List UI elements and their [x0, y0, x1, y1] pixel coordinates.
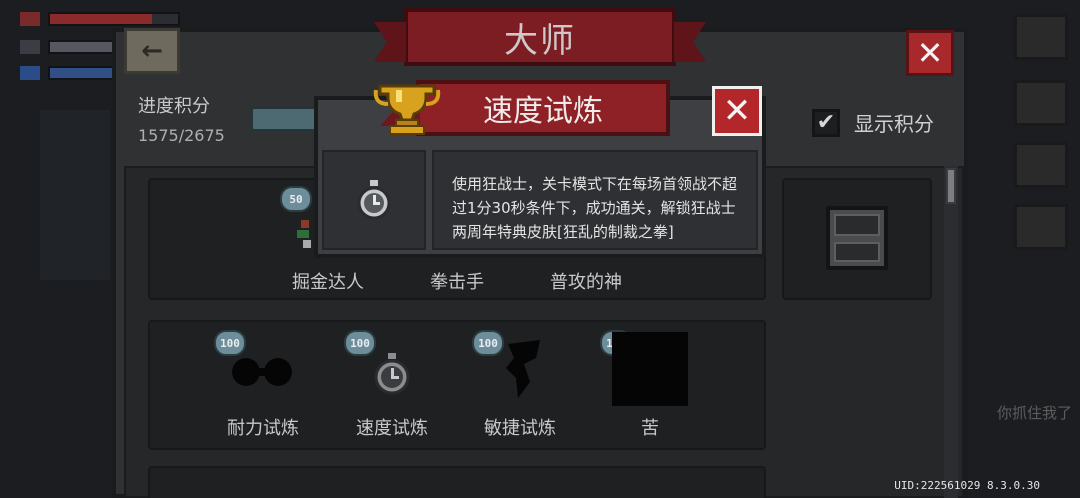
popup-description-box: 使用狂战士，关卡模式下在每场首领战不超过1分30秒条件下，成功通关，解锁狂战士两…	[432, 150, 758, 250]
weapon-button[interactable]	[1014, 80, 1068, 126]
scrollbar-thumb[interactable]	[946, 168, 956, 204]
achievement-label: 掘金达人	[292, 272, 364, 293]
agility-trial-icon[interactable]	[500, 338, 546, 400]
uid-label: UID:222561029 8.3.0.30	[894, 479, 1040, 492]
achievement-label: 普攻的神	[550, 272, 622, 293]
close-panel-button[interactable]: ✕	[906, 30, 954, 76]
trophy-icon	[372, 80, 442, 138]
back-button[interactable]: ←	[124, 28, 180, 74]
pause-button[interactable]	[1014, 14, 1068, 60]
back-arrow-icon: ←	[141, 36, 163, 66]
shield-icon	[20, 40, 40, 54]
stopwatch-icon[interactable]	[372, 352, 412, 396]
close-x-icon: ✕	[722, 91, 752, 131]
checkmark-icon: ✔	[816, 110, 836, 135]
achievement-label: 耐力试炼	[227, 418, 299, 439]
achievement-label: 拳击手	[430, 272, 484, 293]
popup-title-ribbon: 速度试炼	[416, 80, 670, 136]
achievement-label: 苦	[641, 418, 659, 439]
show-score-toggle[interactable]: ✔ 显示积分	[812, 108, 934, 137]
achievement-label: 敏捷试炼	[484, 418, 556, 439]
heart-icon	[20, 12, 40, 26]
chest-icon[interactable]	[826, 206, 888, 270]
item-button[interactable]	[1014, 204, 1068, 250]
panel-title: 大师	[504, 20, 576, 61]
checkbox[interactable]: ✔	[812, 108, 840, 137]
points-badge: 50	[280, 186, 312, 212]
popup-icon-box	[322, 150, 426, 250]
background-scenery	[40, 110, 110, 280]
stopwatch-icon	[357, 180, 391, 220]
title-ribbon: 大师	[404, 8, 676, 66]
achievement-row	[148, 466, 766, 498]
background-chat-text: 你抓住我了	[996, 404, 1072, 422]
scrollbar[interactable]	[944, 166, 958, 498]
close-popup-button[interactable]: ✕	[712, 86, 762, 136]
progress-bar	[250, 106, 320, 132]
skill-button[interactable]	[1014, 142, 1068, 188]
energy-icon	[20, 66, 40, 80]
close-x-icon: ✕	[916, 34, 944, 72]
achievement-label: 速度试炼	[356, 418, 428, 439]
progress-label: 进度积分	[138, 96, 210, 117]
popup-description: 使用狂战士，关卡模式下在每场首领战不超过1分30秒条件下，成功通关，解锁狂战士两…	[452, 175, 738, 241]
show-score-label: 显示积分	[854, 112, 934, 136]
hidden-achievement-icon[interactable]	[612, 332, 688, 406]
health-bar	[48, 12, 180, 26]
popup-title: 速度试炼	[483, 94, 603, 129]
progress-value: 1575/2675	[138, 126, 225, 145]
endurance-trial-icon[interactable]	[230, 352, 294, 392]
